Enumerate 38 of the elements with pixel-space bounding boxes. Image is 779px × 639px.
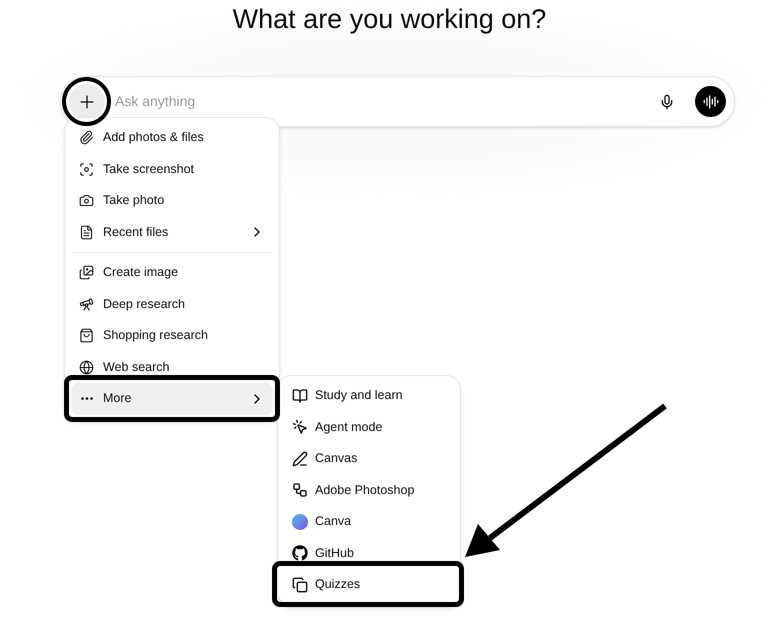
image-icon	[79, 265, 94, 280]
paperclip-icon	[79, 130, 94, 146]
menu-item[interactable]: Shopping research	[71, 320, 273, 352]
menu-item[interactable]: More	[71, 383, 273, 414]
shopping-bag-icon	[79, 328, 94, 344]
camera-icon	[79, 193, 94, 208]
canva-logo-icon	[292, 514, 308, 530]
cursor-icon	[292, 419, 308, 436]
submenu-item[interactable]: Adobe Photoshop	[284, 474, 454, 506]
submenu-item[interactable]: Quizzes	[284, 569, 454, 600]
ellipsis-icon	[80, 397, 92, 400]
github-icon	[292, 545, 308, 562]
menu-item[interactable]: Take screenshot	[71, 154, 273, 185]
book-icon	[292, 388, 308, 404]
menu-item[interactable]: Deep research	[71, 288, 273, 320]
submenu-item[interactable]: Study and learn	[284, 380, 454, 412]
submenu-item[interactable]: GitHub	[284, 538, 454, 569]
audio-wave-icon	[702, 94, 718, 110]
voice-mode-button[interactable]	[695, 86, 726, 117]
prompt-input[interactable]: Ask anything	[115, 91, 651, 112]
prompt-field[interactable]: Ask anything	[60, 76, 735, 127]
telescope-icon	[79, 296, 94, 312]
globe-icon	[79, 360, 94, 375]
file-icon	[79, 224, 94, 240]
nodes-icon	[292, 482, 308, 498]
menu-item[interactable]: Recent files	[71, 216, 273, 248]
submenu-item[interactable]: Canva	[284, 506, 454, 538]
menu-item[interactable]: Take photo	[71, 185, 273, 216]
submenu-item[interactable]: Agent mode	[284, 412, 454, 443]
pen-icon	[292, 450, 308, 467]
menu-item[interactable]: Web search	[71, 352, 273, 383]
screenshot-icon	[79, 162, 94, 177]
cards-icon	[292, 576, 308, 593]
add-button[interactable]	[69, 84, 105, 120]
submenu-item[interactable]: Canvas	[284, 443, 454, 474]
page-heading: What are you working on?	[232, 3, 546, 36]
microphone-icon[interactable]	[659, 94, 675, 110]
menu-item[interactable]: Create image	[71, 257, 273, 288]
